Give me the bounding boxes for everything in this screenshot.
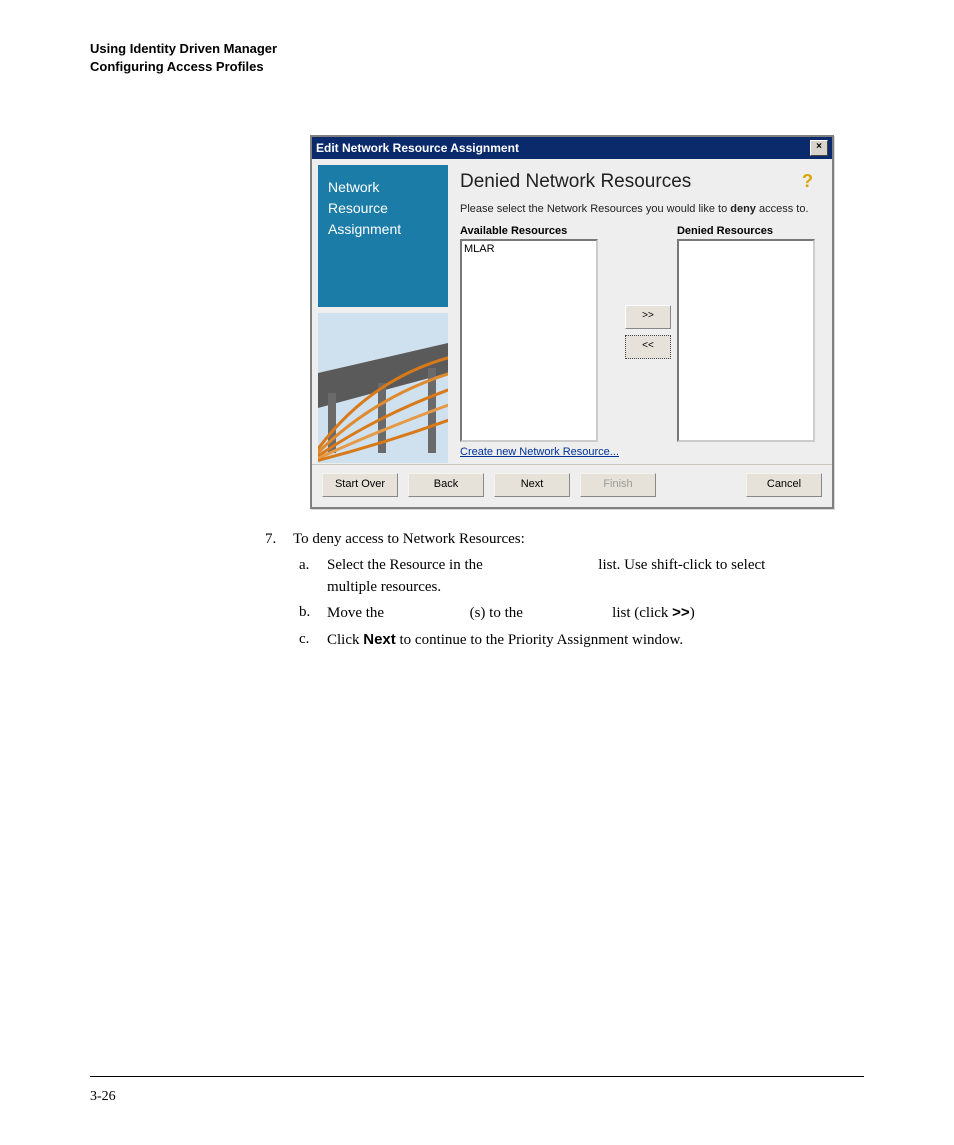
desc-post: access to. xyxy=(756,203,809,215)
step-7: 7. To deny access to Network Resources: xyxy=(265,529,819,551)
cancel-button[interactable]: Cancel xyxy=(746,473,822,497)
sub-letter: c. xyxy=(299,629,327,652)
dialog-button-row: Start Over Back Next Finish Cancel xyxy=(312,464,832,507)
b-pre: Move the xyxy=(327,605,388,621)
lists-row: Available Resources MLAR Create new Netw… xyxy=(460,225,816,458)
wizard-sidebar-image xyxy=(318,313,448,463)
page-number: 3-26 xyxy=(90,1089,116,1105)
available-column: Available Resources MLAR Create new Netw… xyxy=(460,225,619,458)
footer-rule xyxy=(90,1076,864,1077)
dialog-window: Edit Network Resource Assignment × Netwo… xyxy=(310,135,834,509)
close-icon[interactable]: × xyxy=(810,140,828,156)
dialog-content: ? Denied Network Resources Please select… xyxy=(456,165,826,464)
wizard-sidebar: Network Resource Assignment xyxy=(318,165,448,464)
content-description: Please select the Network Resources you … xyxy=(460,203,816,215)
instructions: 7. To deny access to Network Resources: … xyxy=(265,529,819,652)
c-post: to continue to the Priority Assignment w… xyxy=(396,632,683,648)
substep-b: b. Move the (s) to the list (click >>) xyxy=(299,602,819,625)
header-line-1: Using Identity Driven Manager xyxy=(90,40,864,58)
page-header: Using Identity Driven Manager Configurin… xyxy=(90,40,864,75)
back-button[interactable]: Back xyxy=(408,473,484,497)
denied-listbox[interactable] xyxy=(677,239,815,442)
content-title: Denied Network Resources xyxy=(460,171,816,193)
c-pre: Click xyxy=(327,632,363,648)
move-buttons-column: >> << xyxy=(625,305,671,359)
finish-button[interactable]: Finish xyxy=(580,473,656,497)
denied-label: Denied Resources xyxy=(677,225,815,237)
header-line-2: Configuring Access Profiles xyxy=(90,58,864,76)
b-close: ) xyxy=(690,605,695,621)
available-label: Available Resources xyxy=(460,225,619,237)
b-symbol: >> xyxy=(672,604,690,621)
available-listbox[interactable]: MLAR xyxy=(460,239,598,442)
move-left-button[interactable]: << xyxy=(625,335,671,359)
desc-bold: deny xyxy=(730,203,756,215)
help-icon[interactable]: ? xyxy=(802,171,818,187)
list-item[interactable]: MLAR xyxy=(464,243,594,255)
move-right-button[interactable]: >> xyxy=(625,305,671,329)
wizard-sidebar-title: Network Resource Assignment xyxy=(318,165,448,307)
denied-column: Denied Resources xyxy=(677,225,815,442)
next-button[interactable]: Next xyxy=(494,473,570,497)
dialog-title: Edit Network Resource Assignment xyxy=(316,141,519,155)
dialog-titlebar: Edit Network Resource Assignment × xyxy=(312,137,832,159)
a-pre: Select the Resource in the xyxy=(327,557,487,573)
sub-a-text: Select the Resource in the list. Use shi… xyxy=(327,555,819,599)
create-resource-link[interactable]: Create new Network Resource... xyxy=(460,446,619,458)
substep-a: a. Select the Resource in the list. Use … xyxy=(299,555,819,599)
sub-letter: a. xyxy=(299,555,327,599)
desc-pre: Please select the Network Resources you … xyxy=(460,203,730,215)
substep-c: c. Click Next to continue to the Priorit… xyxy=(299,629,819,652)
b-mid: (s) to the xyxy=(470,605,527,621)
step-number: 7. xyxy=(265,529,293,551)
button-spacer xyxy=(666,473,736,497)
sub-c-text: Click Next to continue to the Priority A… xyxy=(327,629,683,652)
b-post: list (click xyxy=(608,605,672,621)
page: Using Identity Driven Manager Configurin… xyxy=(0,0,954,1145)
step-text: To deny access to Network Resources: xyxy=(293,529,525,551)
substeps: a. Select the Resource in the list. Use … xyxy=(299,555,819,652)
start-over-button[interactable]: Start Over xyxy=(322,473,398,497)
sub-b-text: Move the (s) to the list (click >>) xyxy=(327,602,695,625)
dialog-body: Network Resource Assignment xyxy=(312,159,832,464)
dialog-wrapper: Edit Network Resource Assignment × Netwo… xyxy=(310,135,864,509)
c-bold: Next xyxy=(363,631,396,648)
sub-letter: b. xyxy=(299,602,327,625)
